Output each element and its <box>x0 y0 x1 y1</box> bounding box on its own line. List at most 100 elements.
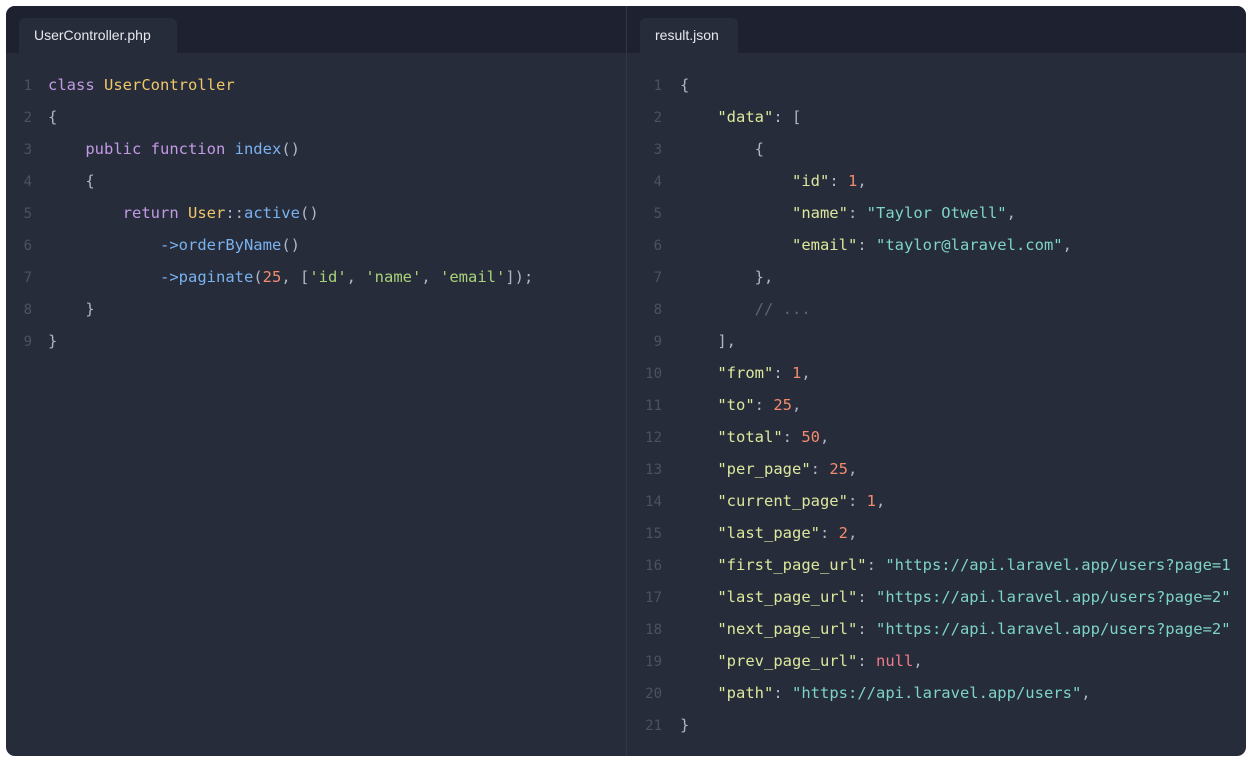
php-code-line: 9} <box>6 325 626 357</box>
code-token: ( <box>253 268 263 286</box>
code-token: "total" <box>680 428 783 446</box>
line-source: "current_page": 1, <box>680 485 885 517</box>
code-token: index <box>234 140 282 158</box>
code-token: :: <box>225 204 244 222</box>
line-source: "id": 1, <box>680 165 867 197</box>
code-token: ], <box>680 332 736 350</box>
code-token: , <box>421 268 440 286</box>
php-code-line: 6 ->orderByName() <box>6 229 626 261</box>
json-code-line: 19 "prev_page_url": null, <box>627 645 1246 677</box>
json-code-line: 2 "data": [ <box>627 101 1246 133</box>
json-code-line: 10 "from": 1, <box>627 357 1246 389</box>
line-number: 3 <box>23 142 32 158</box>
line-number: 8 <box>653 302 662 318</box>
line-source: "email": "taylor@laravel.com", <box>680 229 1072 261</box>
code-token: 'email' <box>440 268 506 286</box>
code-token: { <box>680 140 764 158</box>
code-token: "https://api.laravel.app/users?page=1 <box>885 556 1231 574</box>
code-token: "to" <box>680 396 755 414</box>
line-source: "per_page": 25, <box>680 453 857 485</box>
code-token: }, <box>680 268 774 286</box>
line-number: 6 <box>653 238 662 254</box>
code-token: { <box>48 172 95 190</box>
line-source: "last_page": 2, <box>680 517 857 549</box>
line-source: { <box>680 133 764 165</box>
json-code-line: 12 "total": 50, <box>627 421 1246 453</box>
php-code-line: 3 public function index() <box>6 133 626 165</box>
php-editor-pane: UserController.php 1 class UserController… <box>6 6 626 756</box>
line-number: 3 <box>653 142 662 158</box>
code-token: : <box>857 236 876 254</box>
json-code-line: 4 "id": 1, <box>627 165 1246 197</box>
line-number: 8 <box>23 302 32 318</box>
code-token: 1 <box>866 492 876 510</box>
code-token: "email" <box>680 236 858 254</box>
code-token: User <box>187 204 226 222</box>
line-source: } <box>680 709 689 741</box>
code-token: "https://api.laravel.app/users" <box>792 684 1082 702</box>
code-token: 'name' <box>365 268 422 286</box>
tab-usercontroller-php[interactable]: UserController.php <box>19 18 177 53</box>
code-token: () <box>299 204 319 222</box>
json-code-line: 21} <box>627 709 1246 741</box>
json-code-line: 1{ <box>627 69 1246 101</box>
php-code-line: 5 return User::active() <box>6 197 626 229</box>
json-code-line: 11 "to": 25, <box>627 389 1246 421</box>
line-source: class UserController <box>48 69 235 101</box>
code-token: , <box>801 364 811 382</box>
code-token: { <box>680 76 690 94</box>
code-token: } <box>48 332 58 350</box>
line-source: "prev_page_url": null, <box>680 645 922 677</box>
line-source: ], <box>680 325 736 357</box>
code-token: paginate <box>178 268 254 286</box>
code-token: , [ <box>281 268 310 286</box>
code-token: 25 <box>262 268 282 286</box>
code-token: , <box>1062 236 1072 254</box>
php-code-line: 2{ <box>6 101 626 133</box>
line-number: 1 <box>23 78 32 94</box>
line-number: 9 <box>23 334 32 350</box>
line-number: 6 <box>23 238 32 254</box>
line-number: 5 <box>653 206 662 222</box>
code-token: : <box>857 588 876 606</box>
code-token: "https://api.laravel.app/users?page=2" <box>875 588 1231 606</box>
code-token: "taylor@laravel.com" <box>875 236 1063 254</box>
code-token: public function <box>48 140 235 158</box>
code-token: : <box>773 364 792 382</box>
line-source: ->orderByName() <box>48 229 300 261</box>
json-code-line: 9 ], <box>627 325 1246 357</box>
line-source: public function index() <box>48 133 300 165</box>
code-token: return <box>48 204 188 222</box>
code-token: "current_page" <box>680 492 848 510</box>
line-number: 10 <box>645 366 662 382</box>
tab-result-json[interactable]: result.json <box>640 18 738 53</box>
code-token: , <box>876 492 886 510</box>
code-token: -> <box>48 236 179 254</box>
line-source: "from": 1, <box>680 357 811 389</box>
line-number: 7 <box>653 270 662 286</box>
code-token: , <box>848 524 858 542</box>
code-token: -> <box>48 268 179 286</box>
php-code-block: 1 class UserController 2{3 public function… <box>6 69 626 357</box>
code-token: 2 <box>838 524 848 542</box>
line-source: { <box>680 69 689 101</box>
code-token: : <box>829 172 848 190</box>
json-code-line: 7 }, <box>627 261 1246 293</box>
line-number: 17 <box>645 590 662 606</box>
json-code-line: 8 // ... <box>627 293 1246 325</box>
json-code-line: 6 "email": "taylor@laravel.com", <box>627 229 1246 261</box>
json-code-line: 18 "next_page_url": "https://api.laravel… <box>627 613 1246 645</box>
code-token: "from" <box>680 364 774 382</box>
json-tab-bar: result.json <box>627 6 1246 53</box>
line-number: 13 <box>645 462 662 478</box>
code-token: : <box>857 652 876 670</box>
code-token: , <box>857 172 867 190</box>
line-source: "name": "Taylor Otwell", <box>680 197 1016 229</box>
code-token: "path" <box>680 684 774 702</box>
line-number: 2 <box>23 110 32 126</box>
code-comparison-window: UserController.php 1 class UserController… <box>6 6 1246 756</box>
line-source: // ... <box>680 293 811 325</box>
line-number: 20 <box>645 686 662 702</box>
line-source: return User::active() <box>48 197 319 229</box>
line-number: 16 <box>645 558 662 574</box>
